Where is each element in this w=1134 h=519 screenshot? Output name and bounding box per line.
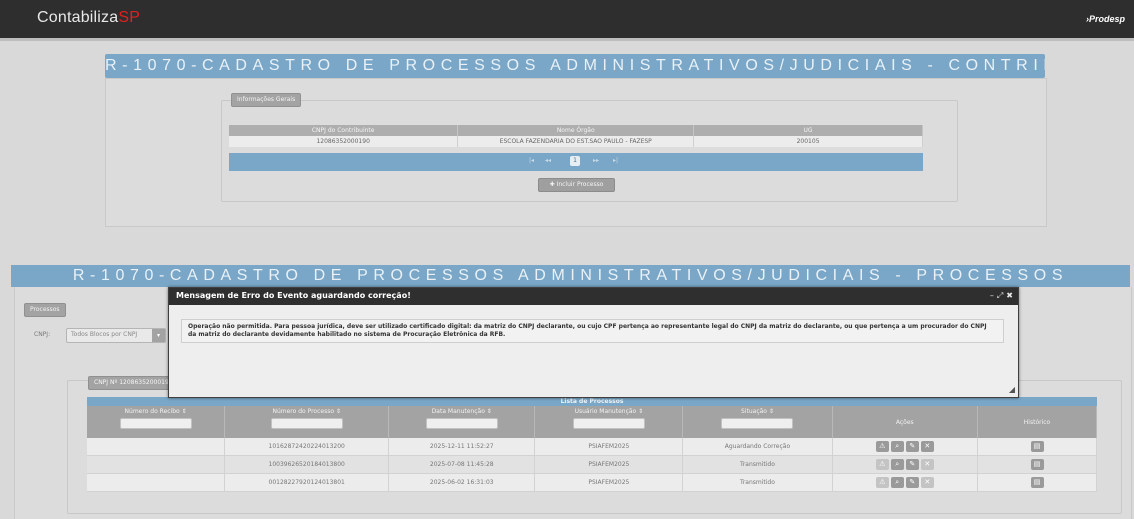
column-label: Data Manutenção ⇕ xyxy=(431,408,492,415)
orgao-cell: ESCOLA FAZENDARIA DO EST.SAO PAULO - FAZ… xyxy=(457,136,695,147)
current-page[interactable]: 1 xyxy=(570,156,580,166)
column-header-usuario[interactable]: Usuário Manutenção ⇕ xyxy=(534,406,684,438)
column-label: Número do Recibo ⇕ xyxy=(124,408,187,415)
column-header-historico: Histórico xyxy=(977,406,1097,438)
processos-legend: Processos xyxy=(24,303,66,317)
delete-icon[interactable]: ✕ xyxy=(920,441,934,452)
warning-icon: ⚠ xyxy=(875,477,889,488)
dialog-titlebar[interactable]: Mensagem de Erro do Evento aguardando co… xyxy=(169,288,1018,305)
cnpj-select[interactable]: Todos Blocos por CNPJ ▾ xyxy=(66,328,166,343)
edit-icon[interactable]: ✎ xyxy=(905,477,919,488)
next-page-button[interactable]: ▸▸ xyxy=(593,157,599,164)
list-title: Lista de Processos xyxy=(87,397,1097,406)
actions-cell: ⚠ ⌕ ✎ ✕ xyxy=(832,438,979,456)
recibo-cell xyxy=(87,455,226,474)
last-page-button[interactable]: ▸| xyxy=(613,157,618,164)
processos-table: Número do Recibo ⇕ Número do Processo ⇕ … xyxy=(87,406,1097,492)
search-icon[interactable]: ⌕ xyxy=(890,459,904,470)
filter-input[interactable] xyxy=(721,418,794,429)
usuario-cell: PSIAFEM2025 xyxy=(534,473,684,492)
processo-cell: 00128227920124013801 xyxy=(224,473,390,492)
error-dialog: Mensagem de Erro do Evento aguardando co… xyxy=(168,287,1019,398)
search-icon[interactable]: ⌕ xyxy=(890,477,904,488)
logo-accent: SP xyxy=(118,9,141,26)
situacao-cell: Transmitido xyxy=(682,455,833,474)
include-process-button[interactable]: ✚ Incluir Processo xyxy=(538,178,615,192)
data-cell: 2025-07-08 11:45:28 xyxy=(388,455,536,474)
history-cell: ▤ xyxy=(977,473,1097,492)
cnpj-legend: CNPJ Nº 12086352000190 xyxy=(88,376,176,390)
situacao-cell: Transmitido xyxy=(682,473,833,492)
minimize-icon[interactable]: – xyxy=(990,291,994,300)
brand-text: Prodesp xyxy=(1088,14,1125,24)
column-header-recibo[interactable]: Número do Recibo ⇕ xyxy=(87,406,226,438)
info-legend: Informações Gerais xyxy=(231,93,302,107)
column-header[interactable]: UG xyxy=(693,125,923,136)
situacao-cell: Aguardando Correção xyxy=(682,438,833,456)
delete-icon: ✕ xyxy=(920,459,934,470)
maximize-icon[interactable]: ⤢ xyxy=(997,291,1003,300)
actions-cell: ⚠ ⌕ ✎ ✕ xyxy=(832,455,979,474)
history-icon[interactable]: ▤ xyxy=(1030,441,1044,452)
ug-cell: 200105 xyxy=(693,136,923,147)
actions-cell: ⚠ ⌕ ✎ ✕ xyxy=(832,473,979,492)
prev-page-button[interactable]: ◂◂ xyxy=(545,157,551,164)
usuario-cell: PSIAFEM2025 xyxy=(534,455,684,474)
app-logo[interactable]: ContabilizaSP xyxy=(37,9,140,27)
column-header[interactable]: CNPJ do Contribuinte xyxy=(229,125,459,136)
prodesp-brand: ›Prodesp xyxy=(1086,14,1125,24)
close-icon[interactable]: ✖ xyxy=(1006,291,1013,300)
column-header-acoes: Ações xyxy=(832,406,979,438)
filter-input[interactable] xyxy=(425,418,498,429)
table-row[interactable]: 10162872420224013200 2025-12-11 11:52:27… xyxy=(87,438,1097,456)
dialog-controls: – ⤢ ✖ xyxy=(987,291,1013,301)
resize-handle-icon[interactable]: ◢ xyxy=(1009,385,1015,394)
cnpj-cell: 12086352000190 xyxy=(229,136,459,147)
error-message: Operação não permitida. Para pessoa jurí… xyxy=(181,319,1004,343)
history-icon[interactable]: ▤ xyxy=(1030,477,1044,488)
table-row[interactable]: 00128227920124013801 2025-06-02 16:31:03… xyxy=(87,473,1097,492)
top-bar: ContabilizaSP ›Prodesp xyxy=(0,0,1134,41)
column-header-data[interactable]: Data Manutenção ⇕ xyxy=(388,406,536,438)
recibo-cell xyxy=(87,438,226,456)
data-cell: 2025-06-02 16:31:03 xyxy=(388,473,536,492)
history-cell: ▤ xyxy=(977,455,1097,474)
table-row[interactable]: 10039626520184013800 2025-07-08 11:45:28… xyxy=(87,455,1097,474)
recibo-cell xyxy=(87,473,226,492)
cnpj-select-value: Todos Blocos por CNPJ xyxy=(71,331,138,338)
column-label: Número do Processo ⇕ xyxy=(272,408,341,415)
processo-cell: 10162872420224013200 xyxy=(224,438,390,456)
section-title-processos: R-1070-CADASTRO DE PROCESSOS ADMINISTRAT… xyxy=(11,265,1130,287)
filter-input[interactable] xyxy=(119,418,192,429)
column-header-processo[interactable]: Número do Processo ⇕ xyxy=(224,406,390,438)
usuario-cell: PSIAFEM2025 xyxy=(534,438,684,456)
warning-icon: ⚠ xyxy=(875,459,889,470)
delete-icon: ✕ xyxy=(920,477,934,488)
first-page-button[interactable]: |◂ xyxy=(529,157,534,164)
history-icon[interactable]: ▤ xyxy=(1030,459,1044,470)
edit-icon[interactable]: ✎ xyxy=(905,459,919,470)
column-label: Usuário Manutenção ⇕ xyxy=(574,408,644,415)
search-icon[interactable]: ⌕ xyxy=(890,441,904,452)
data-cell: 2025-12-11 11:52:27 xyxy=(388,438,536,456)
history-cell: ▤ xyxy=(977,438,1097,456)
chevron-down-icon[interactable]: ▾ xyxy=(152,329,165,342)
warning-icon[interactable]: ⚠ xyxy=(875,441,889,452)
contribuinte-table: CNPJ do Contribuinte Nome Órgão UG 12086… xyxy=(229,125,923,147)
filter-input[interactable] xyxy=(572,418,645,429)
pager: |◂ ◂◂ 1 ▸▸ ▸| xyxy=(229,153,923,171)
section-title-contribuinte: R-1070-CADASTRO DE PROCESSOS ADMINISTRAT… xyxy=(105,54,1045,78)
logo-text: Contabiliza xyxy=(37,9,119,26)
dialog-title: Mensagem de Erro do Evento aguardando co… xyxy=(176,291,411,300)
table-row[interactable]: 12086352000190 ESCOLA FAZENDARIA DO EST.… xyxy=(229,136,923,147)
column-label: Situação ⇕ xyxy=(741,408,774,415)
column-header-situacao[interactable]: Situação ⇕ xyxy=(682,406,833,438)
edit-icon[interactable]: ✎ xyxy=(905,441,919,452)
cnpj-label: CNPJ: xyxy=(34,331,51,338)
column-header[interactable]: Nome Órgão xyxy=(457,125,695,136)
processo-cell: 10039626520184013800 xyxy=(224,455,390,474)
filter-input[interactable] xyxy=(270,418,343,429)
